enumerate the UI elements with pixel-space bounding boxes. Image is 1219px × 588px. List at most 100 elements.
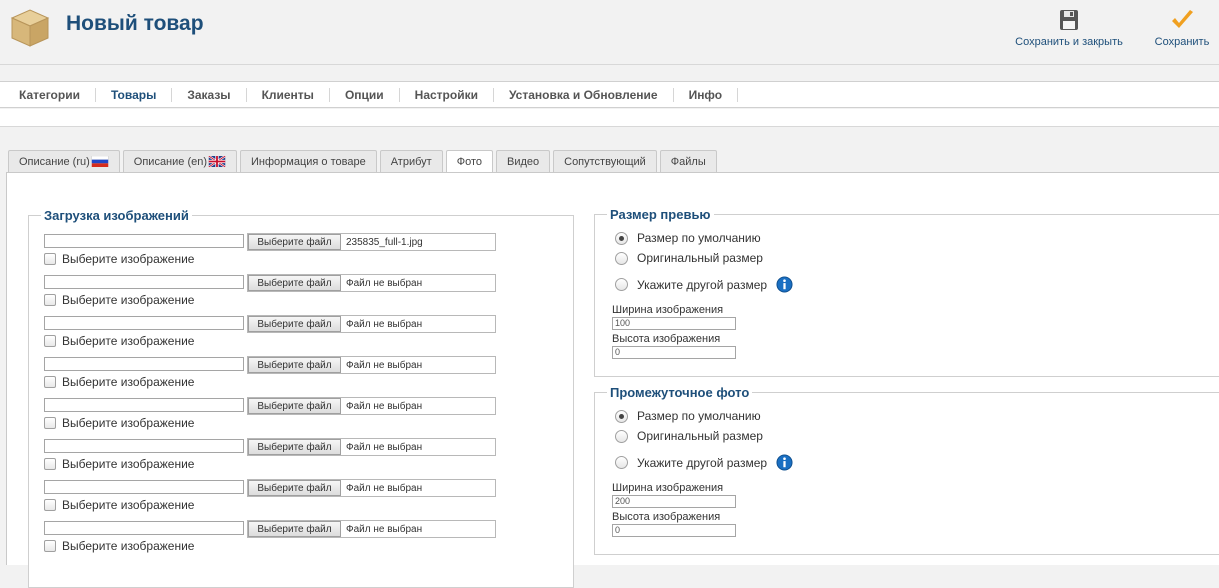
select-image-checkbox-row[interactable]: Выберите изображение <box>44 416 194 430</box>
file-name: Файл не выбран <box>346 318 423 330</box>
mid-width-input[interactable]: 200 <box>612 495 736 508</box>
thumb-width-label: Ширина изображения <box>612 304 724 316</box>
nav-item-products[interactable]: Товары <box>96 87 173 102</box>
nav-item-install-update[interactable]: Установка и Обновление <box>494 87 674 102</box>
select-image-checkbox-row[interactable]: Выберите изображение <box>44 539 194 553</box>
info-icon[interactable] <box>776 276 793 293</box>
option-label: Размер по умолчанию <box>637 409 761 423</box>
choose-file-button[interactable]: Выберите файл <box>248 439 341 455</box>
nav-item-options[interactable]: Опции <box>330 87 400 102</box>
file-input[interactable]: Выберите файл Файл не выбран <box>247 315 496 333</box>
main-navigation: Категории Товары Заказы Клиенты Опции На… <box>0 81 1219 108</box>
checkbox[interactable] <box>44 499 56 511</box>
select-image-checkbox-row[interactable]: Выберите изображение <box>44 498 194 512</box>
checkbox-label: Выберите изображение <box>62 457 195 471</box>
image-title-input[interactable] <box>44 398 244 412</box>
choose-file-button[interactable]: Выберите файл <box>248 357 341 373</box>
save-and-close-button[interactable]: Сохранить и закрыть <box>1013 8 1125 48</box>
option-label: Оригинальный размер <box>637 429 763 443</box>
file-input[interactable]: Выберите файл 235835_full-1.jpg <box>247 233 496 251</box>
radio-button[interactable] <box>615 251 628 265</box>
upload-legend: Загрузка изображений <box>44 208 189 223</box>
checkbox[interactable] <box>44 335 56 347</box>
nav-item-settings[interactable]: Настройки <box>400 87 494 102</box>
file-input[interactable]: Выберите файл Файл не выбран <box>247 397 496 415</box>
file-input[interactable]: Выберите файл Файл не выбран <box>247 356 496 374</box>
uk-flag-icon <box>208 156 226 167</box>
image-title-input[interactable] <box>44 275 244 289</box>
select-image-checkbox-row[interactable]: Выберите изображение <box>44 375 194 389</box>
select-image-checkbox-row[interactable]: Выберите изображение <box>44 252 194 266</box>
checkbox-label: Выберите изображение <box>62 416 195 430</box>
nav-item-orders[interactable]: Заказы <box>172 87 247 102</box>
checkbox[interactable] <box>44 417 56 429</box>
checkmark-icon <box>1172 10 1193 28</box>
nav-item-clients[interactable]: Клиенты <box>247 87 330 102</box>
mid-option-default[interactable]: Размер по умолчанию <box>615 409 761 423</box>
thumb-width-input[interactable]: 100 <box>612 317 736 330</box>
nav-item-categories[interactable]: Категории <box>4 87 96 102</box>
info-icon[interactable] <box>776 454 793 471</box>
tab-description-ru[interactable]: Описание (ru) <box>8 150 120 172</box>
file-name: Файл не выбран <box>346 400 423 412</box>
tab-video[interactable]: Видео <box>495 150 551 172</box>
radio-button[interactable] <box>615 409 628 423</box>
checkbox[interactable] <box>44 376 56 388</box>
image-title-input[interactable] <box>44 234 244 248</box>
file-input[interactable]: Выберите файл Файл не выбран <box>247 438 496 456</box>
select-image-checkbox-row[interactable]: Выберите изображение <box>44 334 194 348</box>
image-title-input[interactable] <box>44 480 244 494</box>
option-label: Укажите другой размер <box>637 277 768 292</box>
file-name: Файл не выбран <box>346 277 423 289</box>
header-divider <box>0 64 1219 65</box>
checkbox[interactable] <box>44 540 56 552</box>
file-name: Файл не выбран <box>346 482 423 494</box>
checkbox[interactable] <box>44 294 56 306</box>
image-title-input[interactable] <box>44 439 244 453</box>
checkbox[interactable] <box>44 253 56 265</box>
select-image-checkbox-row[interactable]: Выберите изображение <box>44 293 194 307</box>
checkbox-label: Выберите изображение <box>62 498 195 512</box>
choose-file-button[interactable]: Выберите файл <box>248 480 341 496</box>
thumb-option-default[interactable]: Размер по умолчанию <box>615 231 761 245</box>
mid-height-input[interactable]: 0 <box>612 524 736 537</box>
image-title-input[interactable] <box>44 357 244 371</box>
tab-attribute[interactable]: Атрибут <box>379 150 443 172</box>
choose-file-button[interactable]: Выберите файл <box>248 275 341 291</box>
option-label: Укажите другой размер <box>637 455 768 470</box>
tab-photo[interactable]: Фото <box>445 150 493 173</box>
choose-file-button[interactable]: Выберите файл <box>248 316 341 332</box>
thumb-option-custom[interactable]: Укажите другой размер <box>615 276 793 293</box>
tab-related[interactable]: Сопутствующий <box>553 150 657 172</box>
choose-file-button[interactable]: Выберите файл <box>248 521 341 537</box>
tab-product-info[interactable]: Информация о товаре <box>240 150 377 172</box>
floppy-disk-icon <box>1060 10 1078 30</box>
thumb-legend: Размер превью <box>610 207 711 222</box>
tab-files[interactable]: Файлы <box>659 150 717 172</box>
file-input[interactable]: Выберите файл Файл не выбран <box>247 274 496 292</box>
radio-button[interactable] <box>615 278 628 291</box>
radio-button[interactable] <box>615 456 628 469</box>
thumb-option-original[interactable]: Оригинальный размер <box>615 251 763 265</box>
tab-description-en[interactable]: Описание (en) <box>122 150 238 172</box>
file-name: 235835_full-1.jpg <box>346 236 423 248</box>
file-name: Файл не выбран <box>346 441 423 453</box>
checkbox-label: Выберите изображение <box>62 334 195 348</box>
file-input[interactable]: Выберите файл Файл не выбран <box>247 479 496 497</box>
file-name: Файл не выбран <box>346 523 423 535</box>
image-title-input[interactable] <box>44 316 244 330</box>
save-button[interactable]: Сохранить <box>1152 8 1212 48</box>
choose-file-button[interactable]: Выберите файл <box>248 398 341 414</box>
mid-option-custom[interactable]: Укажите другой размер <box>615 454 793 471</box>
tab-label: Описание (ru) <box>19 155 90 168</box>
thumb-height-input[interactable]: 0 <box>612 346 736 359</box>
image-title-input[interactable] <box>44 521 244 535</box>
radio-button[interactable] <box>615 231 628 245</box>
nav-item-info[interactable]: Инфо <box>674 87 739 102</box>
select-image-checkbox-row[interactable]: Выберите изображение <box>44 457 194 471</box>
file-input[interactable]: Выберите файл Файл не выбран <box>247 520 496 538</box>
radio-button[interactable] <box>615 429 628 443</box>
mid-option-original[interactable]: Оригинальный размер <box>615 429 763 443</box>
checkbox[interactable] <box>44 458 56 470</box>
choose-file-button[interactable]: Выберите файл <box>248 234 341 250</box>
